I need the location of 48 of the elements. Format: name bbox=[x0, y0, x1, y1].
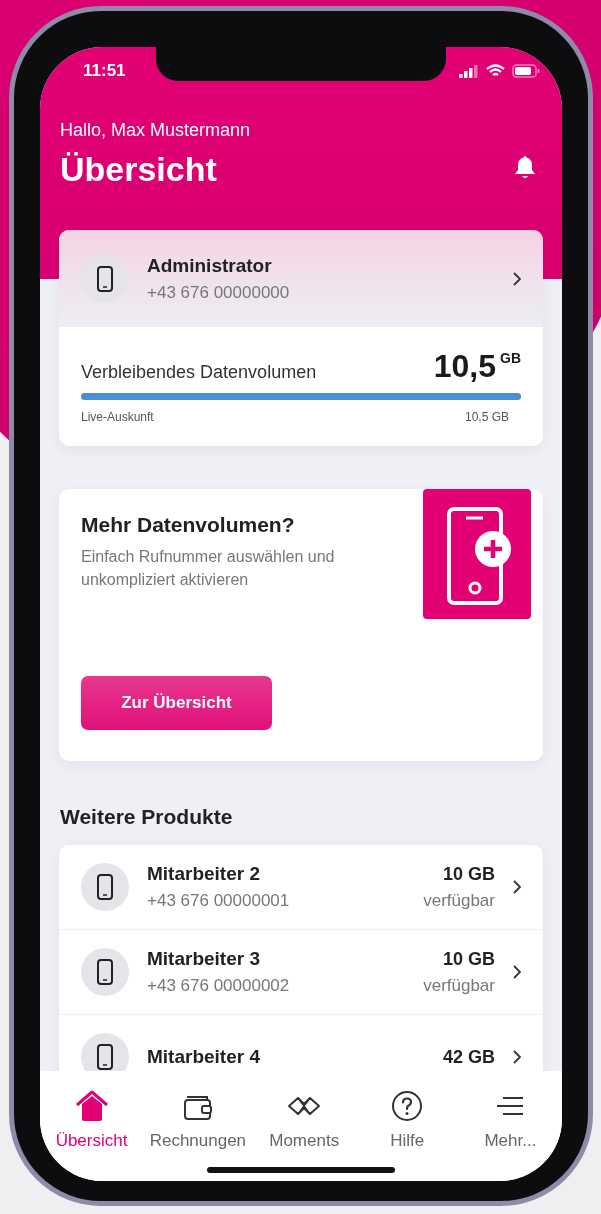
phone-icon bbox=[97, 874, 113, 900]
tab[interactable]: Übersicht bbox=[46, 1089, 137, 1151]
wifi-icon bbox=[486, 64, 505, 78]
data-amount: 42 GB bbox=[442, 1046, 495, 1069]
promo-title: Mehr Datenvolumen? bbox=[81, 513, 296, 537]
line-name: Mitarbeiter 4 bbox=[147, 1045, 261, 1069]
availability-label: verfügbar bbox=[423, 975, 495, 997]
data-volume-value: 10,5 bbox=[433, 348, 496, 384]
line-name: Mitarbeiter 2 bbox=[147, 862, 261, 886]
help-icon bbox=[391, 1090, 424, 1122]
availability-label: verfügbar bbox=[423, 890, 495, 912]
tab[interactable]: Mehr... bbox=[465, 1089, 556, 1151]
overview-button[interactable]: Zur Übersicht bbox=[81, 676, 272, 730]
promo-text: Einfach Rufnummer auswählen und unkompliziert aktivieren bbox=[81, 547, 336, 590]
data-volume-label: Verbleibendes Datenvolumen bbox=[81, 362, 317, 383]
page-title: Übersicht bbox=[60, 149, 218, 189]
battery-icon bbox=[512, 64, 540, 78]
total-volume: 10,5 GB bbox=[464, 410, 509, 424]
chevron-icon bbox=[513, 965, 521, 979]
chevron-icon bbox=[513, 1050, 521, 1064]
data-amount: 10 GB bbox=[441, 948, 495, 971]
chevron-icon bbox=[513, 271, 521, 286]
greeting: Hallo, Max Mustermann bbox=[60, 119, 251, 141]
data-amount: 10 GB bbox=[441, 863, 495, 886]
home-icon bbox=[74, 1090, 109, 1122]
status-time: 11:51 bbox=[83, 61, 126, 81]
product-row[interactable]: Mitarbeiter 2 +43 676 00000001 10 GB verfügbar bbox=[59, 845, 543, 930]
data-volume-card[interactable]: Administrator +43 676 00000000 Verbleibendes Datenvolumen 10,5$^{GB}$ Live-Auskunft 10,5 GB bbox=[59, 230, 543, 446]
phone-number: +43 676 00000002 bbox=[147, 975, 291, 997]
signal-icon bbox=[459, 64, 479, 78]
tab[interactable]: Hilfe bbox=[362, 1089, 453, 1151]
phone-number: +43 676 00000000 bbox=[147, 281, 291, 304]
chevron-icon bbox=[513, 880, 521, 894]
bell-icon[interactable] bbox=[514, 155, 536, 179]
data-volume-unit: GB bbox=[500, 350, 521, 366]
phone-icon bbox=[97, 265, 113, 292]
section-title: Weitere Produkte bbox=[60, 804, 234, 830]
double-diamond-icon bbox=[287, 1095, 322, 1117]
phone-icon bbox=[97, 1044, 113, 1070]
live-info-label: Live-Auskunft bbox=[81, 410, 154, 424]
product-row[interactable]: Mitarbeiter 3 +43 676 00000002 10 GB verfügbar bbox=[59, 930, 543, 1015]
phone-number: +43 676 00000001 bbox=[147, 890, 291, 912]
line-name: Administrator bbox=[147, 253, 273, 278]
menu-icon bbox=[495, 1095, 526, 1117]
tab[interactable]: Moments bbox=[259, 1089, 350, 1151]
tab[interactable]: Rechnungen bbox=[149, 1089, 247, 1151]
phone-icon bbox=[97, 959, 113, 985]
line-name: Mitarbeiter 3 bbox=[147, 947, 261, 971]
